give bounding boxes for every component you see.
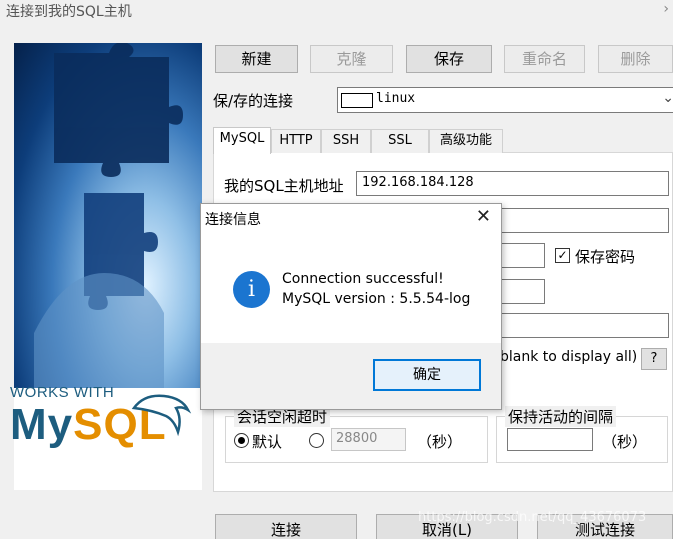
database-input[interactable]	[500, 313, 669, 338]
database-hint: blank to display all)	[500, 349, 638, 365]
password-input[interactable]	[500, 243, 545, 268]
dolphin-icon	[131, 394, 192, 437]
rename-button[interactable]: 重命名	[504, 45, 585, 73]
save-button[interactable]: 保存	[406, 45, 492, 73]
info-icon: i	[233, 271, 270, 308]
dialog-message-line2: MySQL version : 5.5.54-log	[282, 291, 471, 307]
chevron-down-icon[interactable]: ⌄	[662, 90, 673, 106]
custom-timeout-radio[interactable]	[309, 433, 324, 448]
saved-connection-select[interactable]: linux ⌄	[337, 87, 673, 113]
watermark-text: https://blog.csdn.net/qq_43676073	[418, 510, 647, 525]
close-icon[interactable]: ✕	[476, 206, 491, 227]
window-title: 连接到我的SQL主机	[6, 4, 132, 20]
dialog-body: i Connection successful! MySQL version :…	[201, 237, 501, 343]
puzzle-hand-image	[14, 43, 202, 388]
save-password-label: 保存密码	[575, 248, 636, 266]
ok-button[interactable]: 确定	[373, 359, 481, 391]
tab-advanced[interactable]: 高级功能	[429, 129, 503, 153]
tab-http[interactable]: HTTP	[271, 129, 321, 153]
host-label: 我的SQL主机地址	[224, 177, 344, 195]
dialog-message-line1: Connection successful!	[282, 271, 444, 287]
works-with-text: WORKS WITH	[10, 384, 115, 401]
keepalive-title: 保持活动的间隔	[505, 406, 617, 427]
color-swatch	[341, 93, 373, 108]
timeout-unit: （秒）	[417, 433, 463, 451]
port-input[interactable]	[500, 279, 545, 304]
default-radio-label: 默认	[252, 433, 283, 451]
saved-connection-value: linux	[376, 91, 416, 106]
delete-button[interactable]: 删除	[598, 45, 673, 73]
checkbox-box[interactable]: ✓	[555, 248, 570, 263]
clone-button[interactable]: 克隆	[310, 45, 393, 73]
help-button[interactable]: ?	[641, 348, 667, 370]
saved-connection-label: 保/存的连接	[213, 92, 294, 110]
connection-info-dialog: 连接信息 ✕ i Connection successful! MySQL ve…	[200, 203, 502, 410]
keepalive-unit: （秒）	[602, 433, 648, 451]
tab-ssh[interactable]: SSH	[321, 129, 371, 153]
new-button[interactable]: 新建	[215, 45, 298, 73]
connect-button[interactable]: 连接	[215, 514, 357, 539]
title-bar: 连接到我的SQL主机 ›	[0, 0, 673, 22]
username-input[interactable]	[500, 208, 669, 233]
default-radio[interactable]	[234, 433, 249, 448]
tab-ssl[interactable]: SSL	[371, 129, 429, 153]
dialog-footer: 确定	[201, 343, 501, 409]
keepalive-input[interactable]	[507, 428, 593, 451]
custom-timeout-input[interactable]: 28800	[331, 428, 406, 451]
dialog-title: 连接信息	[205, 212, 261, 228]
tab-mysql[interactable]: MySQL	[213, 127, 271, 154]
host-input[interactable]: 192.168.184.128	[356, 171, 669, 196]
chevron-right-icon[interactable]: ›	[663, 1, 669, 17]
